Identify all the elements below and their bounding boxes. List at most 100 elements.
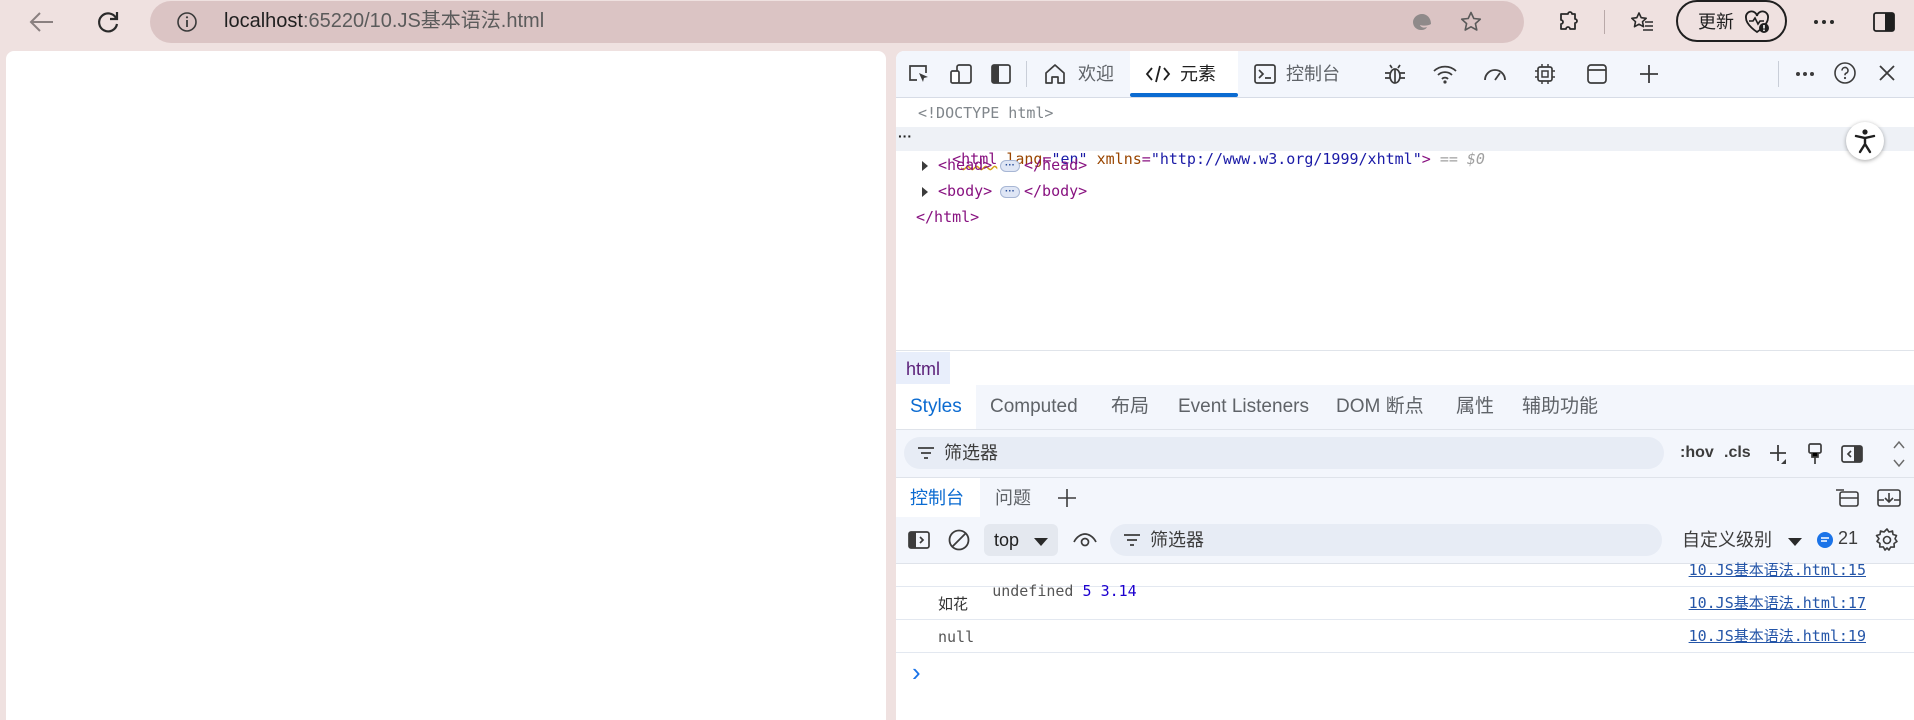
new-style-rule-plus-icon[interactable] <box>1766 441 1792 467</box>
dom-row-menu-icon[interactable]: ··· <box>898 128 914 148</box>
help-icon[interactable] <box>1830 58 1860 88</box>
expand-body-arrow[interactable] <box>922 187 928 197</box>
dom-body-open[interactable]: <body> <box>938 181 992 201</box>
styles-pane-tabs: Styles Computed 布局 Event Listeners DOM 断… <box>896 385 1914 430</box>
performance-gauge-icon[interactable] <box>1480 60 1510 88</box>
tab-dom-breakpoints[interactable]: DOM 断点 <box>1336 395 1424 419</box>
log-level-select[interactable]: 自定义级别 <box>1682 524 1802 556</box>
console-message-row: undefined 5 3.14 10.JS基本语法.html:15 <box>896 553 1914 600</box>
close-devtools-icon[interactable] <box>1872 58 1902 88</box>
console-message-row: 如花 10.JS基本语法.html:17 <box>896 586 1914 620</box>
accessibility-icon[interactable] <box>1846 122 1884 160</box>
bug-icon[interactable] <box>1380 60 1410 88</box>
update-label: 更新 <box>1698 12 1734 32</box>
message-bubble-icon <box>1816 531 1834 549</box>
devtools-toolbar: 欢迎 元素 控制台 <box>896 51 1914 98</box>
dom-html-open[interactable]: <html lang="en" xmlns="http://www.w3.org… <box>916 129 1485 189</box>
console-sidebar-toggle-icon[interactable] <box>904 527 934 553</box>
hover-state-toggle[interactable]: :hov <box>1680 443 1714 463</box>
dom-breadcrumb: html <box>896 350 1914 385</box>
favorite-star-icon[interactable] <box>1456 7 1486 37</box>
collapsed-content-badge[interactable]: ··· <box>1000 160 1020 172</box>
console-message-row: null 10.JS基本语法.html:19 <box>896 619 1914 653</box>
log-level-label: 自定义级别 <box>1682 530 1772 550</box>
tab-console-label: 控制台 <box>1286 64 1340 84</box>
computed-sidebar-toggle-icon[interactable] <box>1838 441 1866 467</box>
memory-chip-icon[interactable] <box>1530 60 1560 88</box>
dom-head-open[interactable]: <head> <box>938 155 992 175</box>
back-arrow-icon[interactable] <box>24 6 60 38</box>
add-tab-plus-icon[interactable] <box>1634 60 1664 88</box>
filter-icon <box>916 443 936 463</box>
dropdown-caret-icon <box>1788 538 1802 546</box>
favorites-collection-icon[interactable] <box>1626 6 1658 38</box>
console-source-link[interactable]: 10.JS基本语法.html:17 <box>1689 593 1866 613</box>
more-menu-icon[interactable] <box>1808 6 1840 38</box>
console-icon <box>1252 62 1278 86</box>
extensions-puzzle-icon[interactable] <box>1552 6 1584 38</box>
console-settings-gear-icon[interactable] <box>1872 525 1902 555</box>
edge-browser-icon[interactable] <box>1408 8 1436 36</box>
wifi-network-icon[interactable] <box>1430 60 1460 88</box>
page-viewport[interactable] <box>6 51 886 720</box>
live-expression-eye-icon[interactable] <box>1070 527 1100 553</box>
refresh-icon[interactable] <box>90 4 126 40</box>
styles-filter-row: 筛选器 :hov .cls <box>896 430 1914 480</box>
drawer-tab-issues[interactable]: 问题 <box>995 487 1031 509</box>
drawer-tab-console[interactable]: 控制台 <box>910 487 964 509</box>
dom-html-close: </html> <box>916 208 980 226</box>
active-tab-indicator <box>1130 93 1238 97</box>
application-panel-icon[interactable] <box>1582 60 1612 88</box>
execution-context-select[interactable]: top <box>984 524 1058 556</box>
dom-body-close: </body> <box>1024 182 1088 200</box>
pane-resize-arrows-icon[interactable] <box>1888 439 1910 469</box>
breadcrumb-item-html[interactable]: html <box>896 352 950 384</box>
undock-drawer-icon[interactable] <box>1832 485 1862 511</box>
sidebar-toggle-icon[interactable] <box>1868 6 1900 38</box>
console-prompt-chevron-icon: › <box>912 657 921 687</box>
tab-elements[interactable]: 元素 <box>1130 51 1238 97</box>
drawer-tabs: 控制台 问题 <box>896 477 1914 518</box>
devtools-panel: 欢迎 元素 控制台 <!DOCTYPE html> ··· <html lang… <box>896 51 1914 720</box>
code-brackets-icon <box>1144 62 1172 86</box>
tab-welcome[interactable]: 欢迎 <box>1036 51 1126 97</box>
add-drawer-tab-plus-icon[interactable] <box>1054 485 1080 511</box>
tab-console[interactable]: 控制台 <box>1246 51 1356 97</box>
tab-welcome-label: 欢迎 <box>1078 64 1114 84</box>
dock-side-icon[interactable] <box>986 60 1016 88</box>
inspect-element-icon[interactable] <box>904 60 934 88</box>
toolbar-divider <box>1778 61 1779 87</box>
console-message-text: null <box>938 628 975 646</box>
tab-properties[interactable]: 属性 <box>1456 395 1494 419</box>
tab-event-listeners[interactable]: Event Listeners <box>1178 395 1309 419</box>
class-toggle[interactable]: .cls <box>1724 443 1751 463</box>
site-info-icon[interactable] <box>174 9 200 35</box>
collapsed-content-badge[interactable]: ··· <box>1000 186 1020 198</box>
update-button[interactable]: 更新 <box>1676 0 1787 42</box>
tab-styles[interactable]: Styles <box>910 395 962 419</box>
toolbar-divider <box>1026 61 1027 87</box>
paint-brush-icon[interactable] <box>1802 441 1828 467</box>
expand-head-arrow[interactable] <box>922 161 928 171</box>
tab-elements-label: 元素 <box>1180 64 1216 84</box>
dom-head-close: </head> <box>1024 156 1088 174</box>
clear-console-icon[interactable] <box>944 526 974 554</box>
url-text: localhost:65220/10.JS基本语法.html <box>224 10 545 32</box>
console-prompt-input[interactable]: › <box>896 653 1914 693</box>
more-tools-icon[interactable] <box>1790 60 1820 88</box>
toolbar-divider <box>1604 10 1605 34</box>
tab-layout[interactable]: 布局 <box>1111 395 1149 419</box>
console-filter-input[interactable]: 筛选器 <box>1110 524 1662 556</box>
context-select-value: top <box>994 530 1020 550</box>
console-message-text: 如花 <box>938 595 969 613</box>
tab-accessibility[interactable]: 辅助功能 <box>1522 395 1598 419</box>
device-emulation-icon[interactable] <box>946 60 976 88</box>
heart-pulse-icon <box>1742 8 1772 36</box>
close-drawer-icon[interactable] <box>1874 485 1904 511</box>
message-count: 21 <box>1838 528 1859 548</box>
tab-computed[interactable]: Computed <box>990 395 1078 419</box>
console-source-link[interactable]: 10.JS基本语法.html:15 <box>1689 560 1866 580</box>
console-source-link[interactable]: 10.JS基本语法.html:19 <box>1689 626 1866 646</box>
styles-filter-input[interactable]: 筛选器 <box>904 437 1664 469</box>
issues-counter[interactable]: 21 <box>1816 524 1866 556</box>
